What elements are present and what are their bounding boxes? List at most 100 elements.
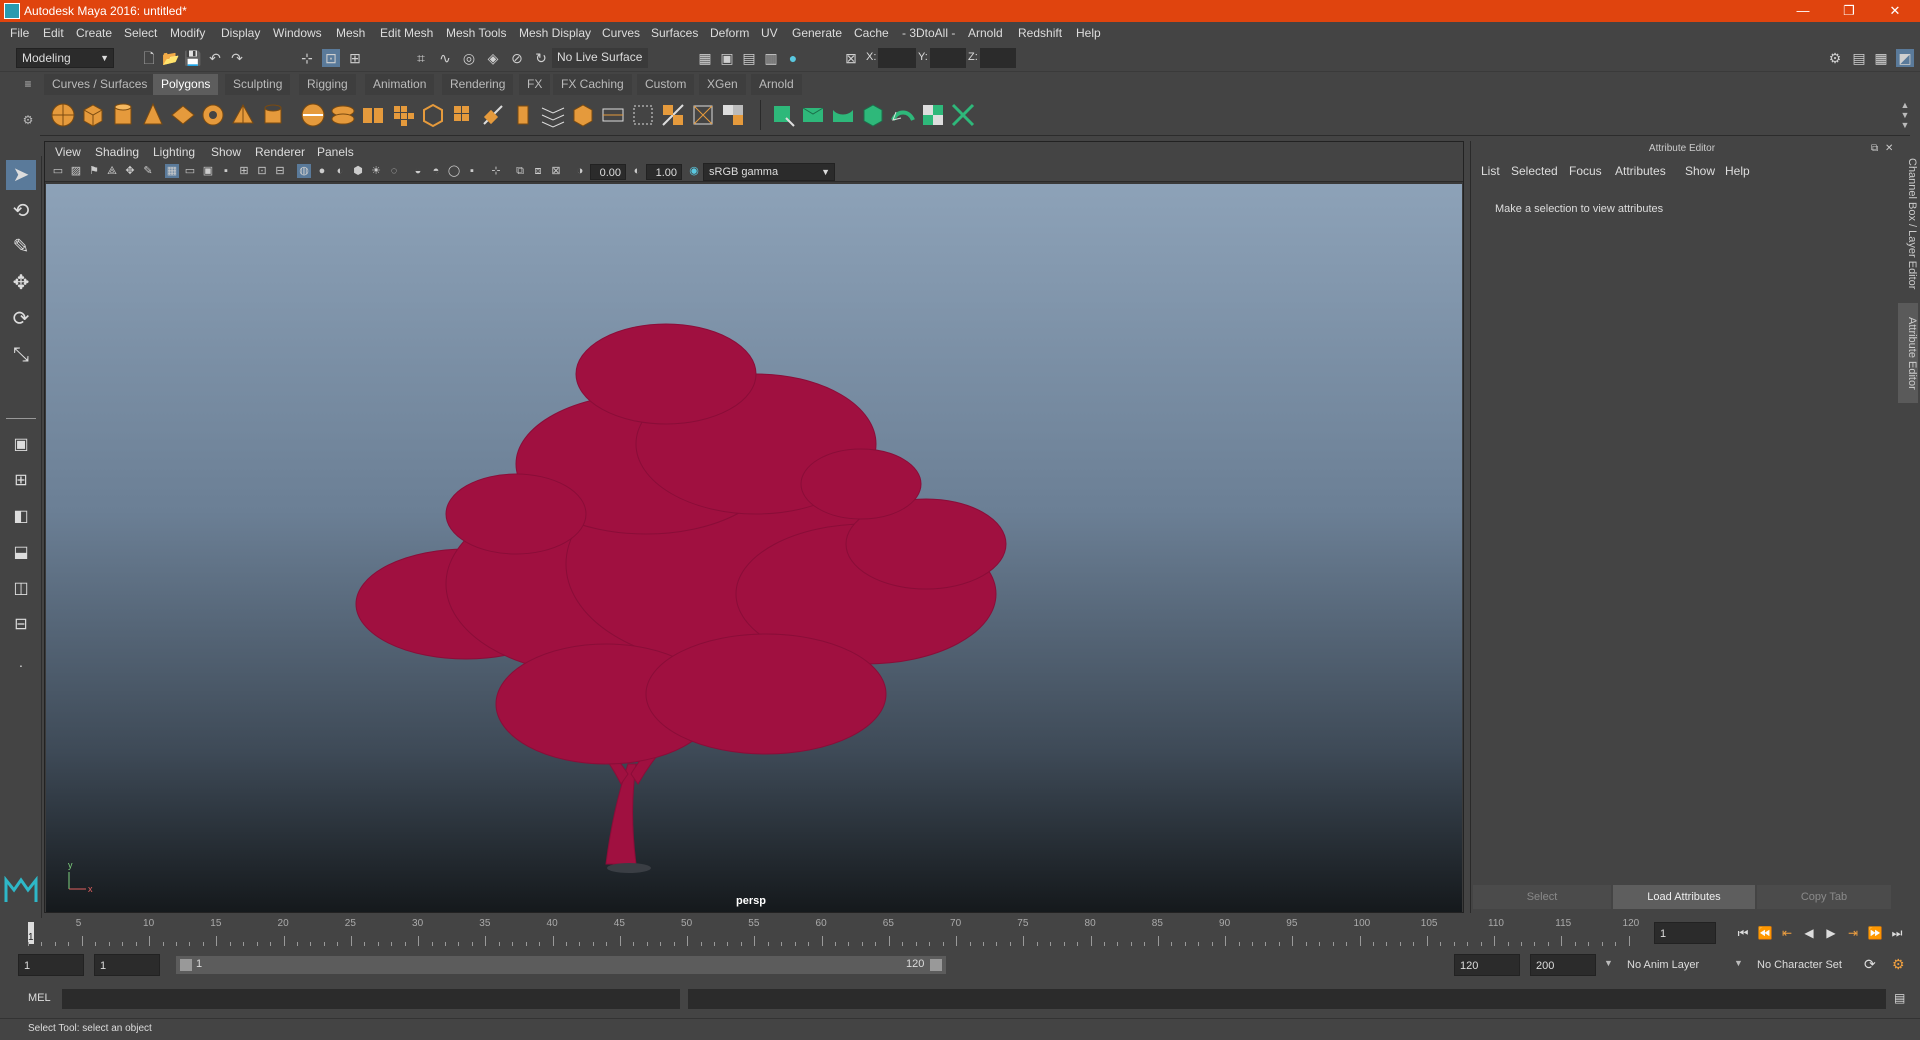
render-settings-icon[interactable]: ▥ bbox=[762, 49, 780, 67]
open-scene-icon[interactable]: 📂 bbox=[162, 49, 180, 67]
select-tool-icon[interactable]: ➤ bbox=[6, 160, 36, 190]
menu-create[interactable]: Create bbox=[76, 26, 112, 40]
smooth-icon[interactable] bbox=[358, 100, 388, 130]
menu-3dtoall[interactable]: - 3DtoAll - bbox=[902, 26, 955, 40]
attr-menu-show[interactable]: Show bbox=[1685, 164, 1715, 178]
grease-pencil-icon[interactable]: ✎ bbox=[141, 164, 155, 178]
exposure-field[interactable]: 0.00 bbox=[590, 164, 626, 180]
go-to-end-icon[interactable]: ⏭ bbox=[1888, 924, 1906, 942]
menu-set-dropdown[interactable]: Modeling ▼ bbox=[16, 48, 114, 68]
float-panel-icon[interactable]: ⧉ bbox=[1871, 143, 1878, 154]
more-layouts-icon[interactable]: · bbox=[6, 650, 36, 680]
multi-cut-icon[interactable] bbox=[478, 100, 508, 130]
range-start-handle[interactable] bbox=[180, 959, 192, 971]
shelf-tab-fx[interactable]: FX bbox=[519, 74, 551, 95]
scale-tool-icon[interactable]: ⤡ bbox=[6, 340, 36, 370]
poly-cylinder-icon[interactable] bbox=[108, 100, 138, 130]
attr-menu-selected[interactable]: Selected bbox=[1511, 164, 1558, 178]
uv-cylindrical-icon[interactable] bbox=[798, 100, 828, 130]
copy-tab-button[interactable]: Copy Tab bbox=[1757, 885, 1891, 909]
persp-hypershade-layout-icon[interactable]: ◫ bbox=[6, 574, 36, 604]
uv-spherical-icon[interactable] bbox=[828, 100, 858, 130]
menu-edit[interactable]: Edit bbox=[43, 26, 64, 40]
shelf-tab-xgen[interactable]: XGen bbox=[699, 74, 746, 95]
extrude-icon[interactable] bbox=[508, 100, 538, 130]
hypershade-icon[interactable]: ● bbox=[784, 49, 802, 67]
field-chart-icon[interactable]: ⊞ bbox=[237, 164, 251, 178]
current-frame-field[interactable]: 1 bbox=[1654, 922, 1716, 944]
target-weld-icon[interactable] bbox=[688, 100, 718, 130]
playback-end-field[interactable]: 120 bbox=[1454, 954, 1520, 976]
save-scene-icon[interactable]: 💾 bbox=[184, 49, 202, 67]
poly-pyramid-icon[interactable] bbox=[228, 100, 258, 130]
viewport-menu-shading[interactable]: Shading bbox=[95, 145, 139, 159]
uv-checker-icon[interactable] bbox=[918, 100, 948, 130]
poly-cube-icon[interactable] bbox=[78, 100, 108, 130]
channel-box-tab[interactable]: Channel Box / Layer Editor bbox=[1898, 149, 1918, 299]
menu-generate[interactable]: Generate bbox=[792, 26, 842, 40]
character-set-chevron-down-icon[interactable]: ▼ bbox=[1734, 958, 1743, 968]
shelf-settings-icon[interactable]: ⚙ bbox=[20, 112, 36, 128]
gate-mask-icon[interactable]: ▪ bbox=[219, 164, 233, 178]
attribute-editor-tab[interactable]: Attribute Editor bbox=[1898, 303, 1918, 403]
menu-curves[interactable]: Curves bbox=[602, 26, 640, 40]
image-plane-icon[interactable]: ⟁ bbox=[105, 164, 119, 178]
shelf-tab-fx-caching[interactable]: FX Caching bbox=[553, 74, 632, 95]
gamma-icon[interactable]: ◐ bbox=[630, 164, 644, 178]
persp-graph-layout-icon[interactable]: ⬓ bbox=[6, 538, 36, 568]
single-perspective-layout-icon[interactable]: ▣ bbox=[6, 430, 36, 460]
viewport-menu-lighting[interactable]: Lighting bbox=[153, 145, 195, 159]
anim-layer-dropdown[interactable]: No Anim Layer bbox=[1622, 954, 1738, 976]
fill-hole-icon[interactable] bbox=[598, 100, 628, 130]
outliner-layout-icon[interactable]: ⊟ bbox=[6, 610, 36, 640]
step-back-key-icon[interactable]: ⇤ bbox=[1778, 924, 1796, 942]
character-set-dropdown[interactable]: No Character Set bbox=[1752, 954, 1860, 976]
undo-icon[interactable]: ↶ bbox=[206, 49, 224, 67]
anim-layer-chevron-down-icon[interactable]: ▼ bbox=[1604, 958, 1613, 968]
restore-button[interactable]: ❐ bbox=[1826, 0, 1872, 22]
close-button[interactable]: ✕ bbox=[1872, 0, 1918, 22]
x-field[interactable] bbox=[878, 48, 916, 68]
snap-curve-icon[interactable]: ∿ bbox=[436, 49, 454, 67]
merge-icon[interactable] bbox=[718, 100, 748, 130]
channel-box-toggle-icon[interactable]: ◩ bbox=[1896, 49, 1914, 67]
script-editor-icon[interactable]: ▤ bbox=[1894, 991, 1905, 1005]
lasso-tool-icon[interactable]: ⟲ bbox=[6, 196, 36, 226]
step-back-frame-icon[interactable]: ⏪ bbox=[1756, 924, 1774, 942]
view-transform-dropdown[interactable]: sRGB gamma ▼ bbox=[703, 163, 835, 181]
shaded-wireframe-icon[interactable]: ◐ bbox=[333, 164, 347, 178]
smooth-mesh-icon[interactable] bbox=[448, 100, 478, 130]
modeling-toolkit-icon[interactable]: ⚙ bbox=[1826, 49, 1844, 67]
color-management-icon[interactable]: ◉ bbox=[687, 164, 701, 178]
attr-menu-help[interactable]: Help bbox=[1725, 164, 1750, 178]
menu-select[interactable]: Select bbox=[124, 26, 157, 40]
play-forwards-icon[interactable]: ▶ bbox=[1822, 924, 1840, 942]
go-to-start-icon[interactable]: ⏮ bbox=[1734, 924, 1752, 942]
range-end-handle[interactable] bbox=[930, 959, 942, 971]
menu-mesh-display[interactable]: Mesh Display bbox=[519, 26, 591, 40]
attr-menu-focus[interactable]: Focus bbox=[1569, 164, 1602, 178]
menu-cache[interactable]: Cache bbox=[854, 26, 889, 40]
isolate-select-icon[interactable]: ⊹ bbox=[489, 164, 503, 178]
shadows-icon[interactable]: ◌ bbox=[387, 164, 401, 178]
menu-mesh[interactable]: Mesh bbox=[336, 26, 365, 40]
insert-edge-loop-icon[interactable] bbox=[628, 100, 658, 130]
depth-of-field-icon[interactable]: ▪ bbox=[465, 164, 479, 178]
playback-start-field[interactable]: 1 bbox=[94, 954, 160, 976]
bridge-icon[interactable] bbox=[538, 100, 568, 130]
viewport-menu-panels[interactable]: Panels bbox=[317, 145, 354, 159]
close-panel-icon[interactable]: ✕ bbox=[1885, 143, 1893, 154]
select-component-icon[interactable]: ⊞ bbox=[346, 49, 364, 67]
poly-sphere-icon[interactable] bbox=[48, 100, 78, 130]
shelf-scroll-icon[interactable]: ▲ ▼ ▼ bbox=[1898, 100, 1912, 130]
menu-windows[interactable]: Windows bbox=[273, 26, 322, 40]
shelf-tab-polygons[interactable]: Polygons bbox=[153, 74, 219, 95]
attribute-editor-toggle-icon[interactable]: ▤ bbox=[1850, 49, 1868, 67]
attr-menu-list[interactable]: List bbox=[1481, 164, 1500, 178]
wireframe-icon[interactable]: ◍ bbox=[297, 164, 311, 178]
xray-components-icon[interactable]: ⊠ bbox=[549, 164, 563, 178]
xray-icon[interactable]: ⧉ bbox=[513, 164, 527, 178]
animation-preferences-icon[interactable]: ⚙ bbox=[1892, 956, 1905, 973]
select-hierarchy-icon[interactable]: ⊹ bbox=[298, 49, 316, 67]
bookmarks-icon[interactable]: ⚑ bbox=[87, 164, 101, 178]
